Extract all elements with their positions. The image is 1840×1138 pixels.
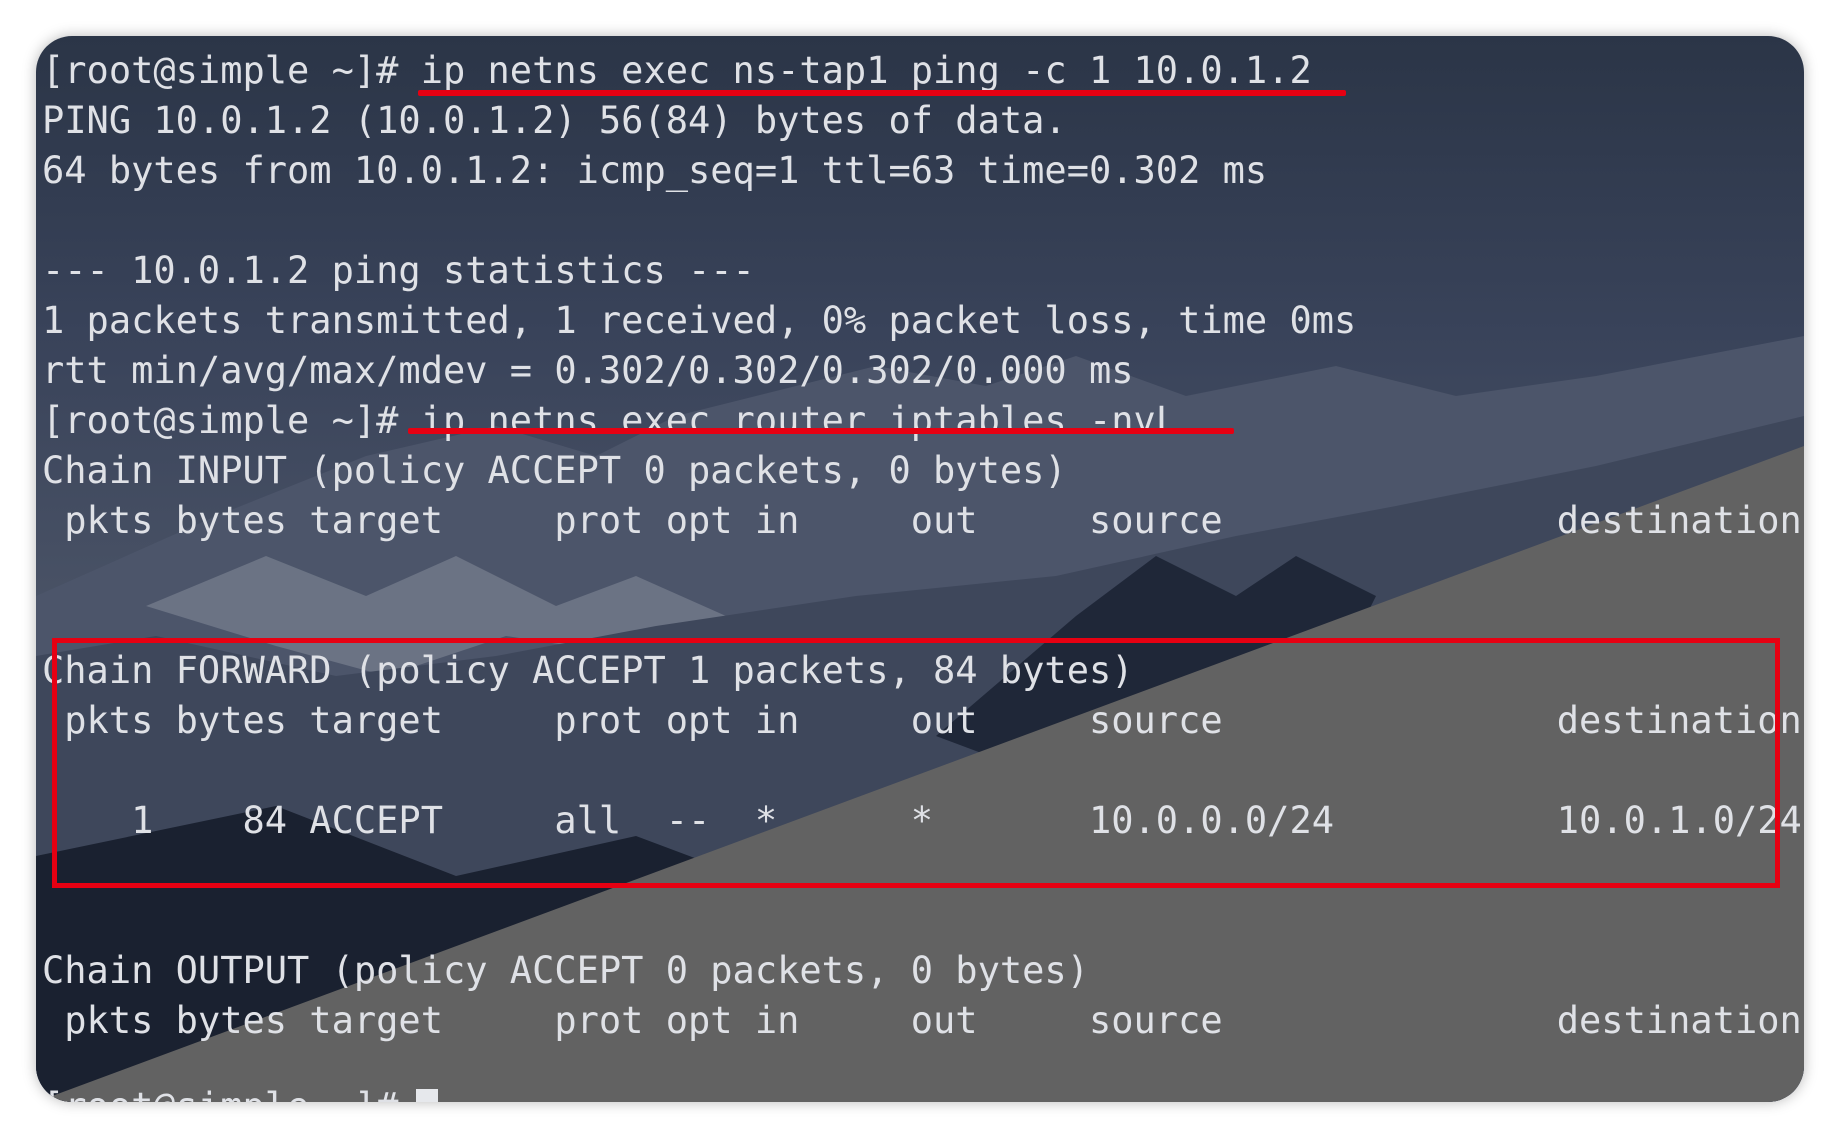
terminal-line: 64 bytes from 10.0.1.2: icmp_seq=1 ttl=6… <box>42 149 1268 192</box>
terminal-line: Chain OUTPUT (policy ACCEPT 0 packets, 0… <box>42 949 1089 992</box>
terminal-line: Chain INPUT (policy ACCEPT 0 packets, 0 … <box>42 449 1067 492</box>
terminal-line: pkts bytes target prot opt in out source… <box>42 499 1802 542</box>
annotation-box-forward-chain <box>52 638 1780 888</box>
terminal-line: PING 10.0.1.2 (10.0.1.2) 56(84) bytes of… <box>42 99 1067 142</box>
terminal-output[interactable]: [root@simple ~]# ip netns exec ns-tap1 p… <box>36 36 1804 1102</box>
terminal-line: [root@simple ~]# ip netns exec router ip… <box>42 399 1179 442</box>
terminal-line: pkts bytes target prot opt in out source… <box>42 999 1802 1042</box>
terminal-line: [root@simple ~]# ip netns exec ns-tap1 p… <box>42 49 1312 92</box>
terminal-cursor <box>416 1089 438 1102</box>
terminal-prompt-line: [root@simple ~]# <box>42 1082 421 1102</box>
terminal-window[interactable]: [root@simple ~]# ip netns exec ns-tap1 p… <box>36 36 1804 1102</box>
terminal-line: 1 packets transmitted, 1 received, 0% pa… <box>42 299 1357 342</box>
terminal-line: --- 10.0.1.2 ping statistics --- <box>42 249 755 292</box>
annotation-underline-iptables-command <box>408 428 1234 434</box>
annotation-underline-ping-command <box>418 90 1346 96</box>
terminal-line: rtt min/avg/max/mdev = 0.302/0.302/0.302… <box>42 349 1134 392</box>
